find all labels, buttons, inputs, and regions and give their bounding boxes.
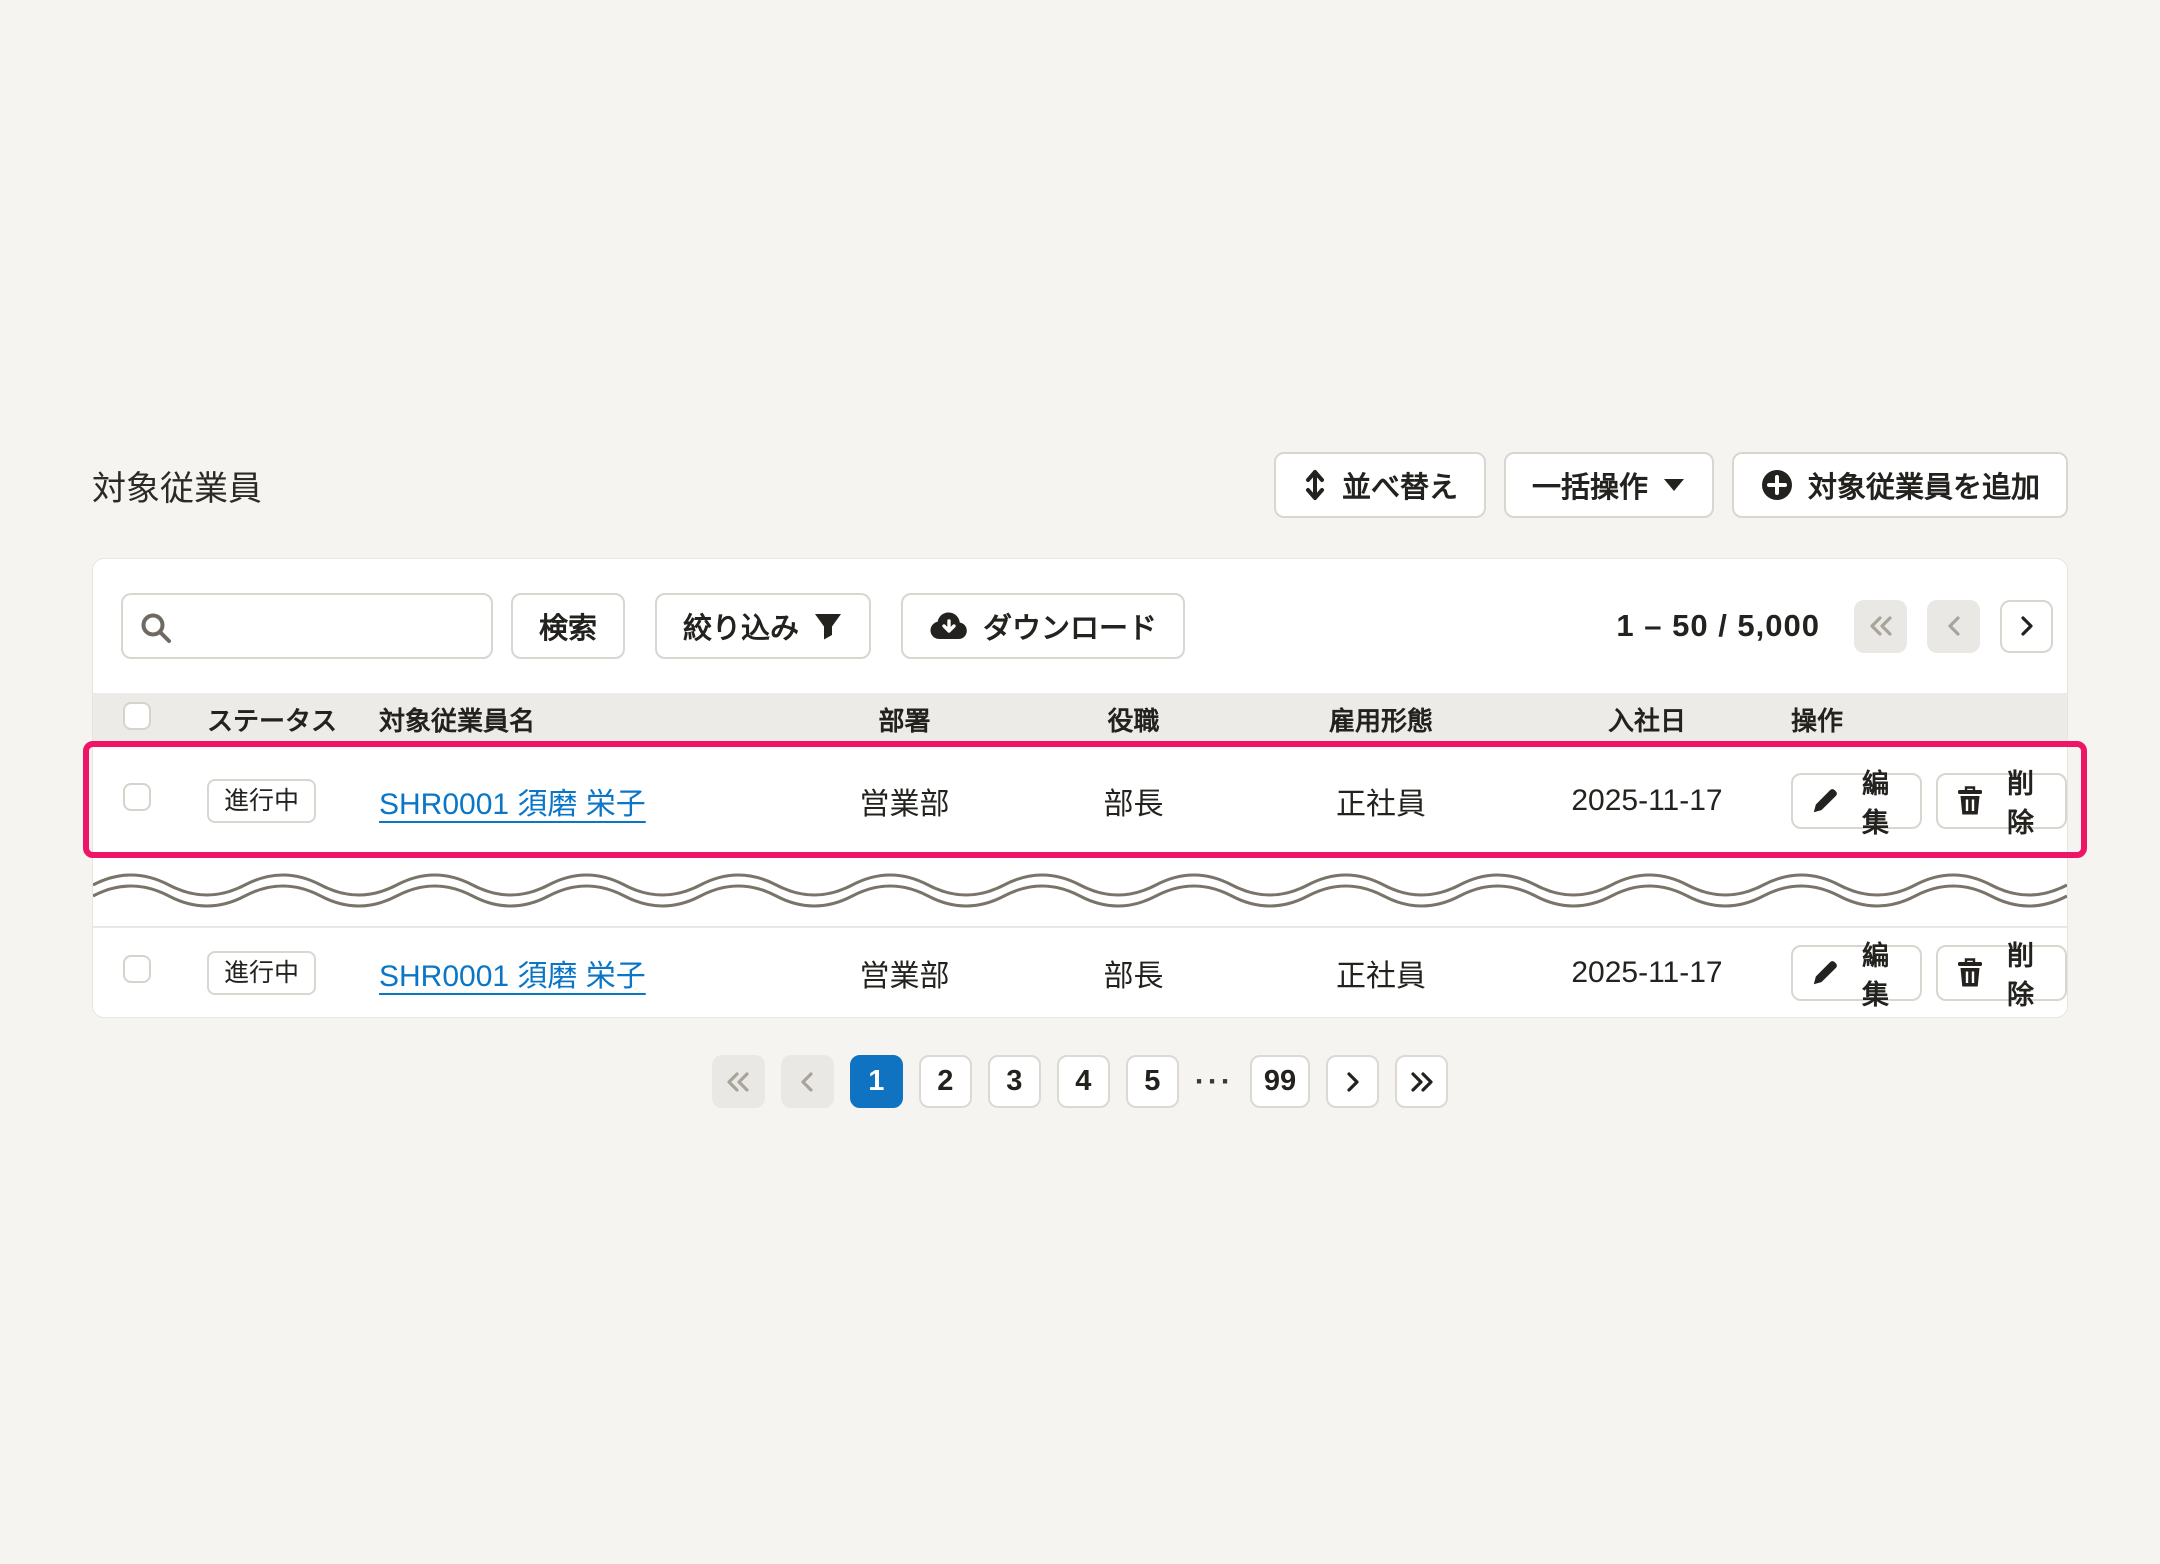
position-cell: 部長 [1103, 959, 1164, 993]
delete-button[interactable]: 削除 [1936, 941, 2067, 1010]
title-row: 対象従業員 並べ替え 一括操作 対象従業員を追加 [92, 452, 2068, 518]
page-button-1[interactable]: 1 [849, 1055, 903, 1108]
page-title: 対象従業員 [92, 469, 262, 508]
search-button-label: 検索 [539, 613, 598, 645]
edit-button[interactable]: 編集 [1791, 941, 1922, 1010]
status-badge: 進行中 [207, 950, 317, 995]
add-employee-button[interactable]: 対象従業員を追加 [1731, 452, 2068, 518]
list-toolbar: 検索 絞り込み ダウンロード 1 – 50 / 5,000 [93, 559, 2067, 693]
pencil-icon [1811, 959, 1839, 987]
first-page-button[interactable] [711, 1055, 765, 1108]
first-page-button[interactable] [1854, 599, 1907, 653]
employee-name-link[interactable]: SHR0001 須磨 栄子 [379, 788, 646, 821]
status-badge: 進行中 [207, 779, 317, 823]
bulk-action-button[interactable]: 一括操作 [1503, 452, 1714, 518]
edit-button-label: 編集 [1862, 940, 1889, 1010]
sort-updown-icon [1302, 467, 1328, 503]
header-actions: 並べ替え 一括操作 対象従業員を追加 [1273, 452, 2068, 518]
column-header-name: 対象従業員名 [379, 705, 536, 736]
page-button-5[interactable]: 5 [1125, 1055, 1179, 1108]
employment-type-cell: 正社員 [1336, 788, 1426, 821]
funnel-icon [813, 611, 843, 641]
result-range-text: 1 – 50 / 5,000 [1616, 608, 1820, 643]
row-checkbox[interactable] [123, 954, 151, 983]
pencil-icon [1811, 787, 1839, 815]
department-cell: 営業部 [859, 788, 950, 821]
filter-button-label: 絞り込み [683, 613, 800, 645]
next-page-button[interactable] [1326, 1055, 1380, 1108]
column-header-department: 部署 [878, 705, 931, 736]
page-button-2[interactable]: 2 [918, 1055, 972, 1108]
edit-button[interactable]: 編集 [1791, 769, 1922, 838]
hire-date-cell: 2025-11-17 [1571, 784, 1723, 817]
download-button-label: ダウンロード [983, 613, 1158, 645]
hire-date-cell: 2025-11-17 [1571, 955, 1723, 989]
filter-button[interactable]: 絞り込み [655, 593, 872, 659]
trash-icon [1956, 786, 1984, 816]
table-row-1: 進行中 SHR0001 須磨 栄子 営業部 部長 正社員 2025-11-17 … [93, 745, 2067, 857]
delete-button[interactable]: 削除 [1936, 769, 2067, 838]
plus-circle-icon [1760, 468, 1794, 502]
page-button-99[interactable]: 99 [1249, 1055, 1311, 1108]
cloud-download-icon [929, 611, 969, 641]
search-box [121, 593, 493, 659]
column-header-hire-date: 入社日 [1607, 705, 1686, 736]
caret-down-icon [1662, 477, 1686, 493]
truncation-wave-separator [93, 857, 2067, 927]
sort-button-label: 並べ替え [1341, 472, 1458, 504]
page-button-3[interactable]: 3 [987, 1055, 1041, 1108]
search-button[interactable]: 検索 [511, 593, 626, 659]
department-cell: 営業部 [859, 959, 950, 993]
employee-name-link[interactable]: SHR0001 須磨 栄子 [379, 960, 646, 993]
search-input[interactable] [181, 595, 481, 657]
table-row-2: 進行中 SHR0001 須磨 栄子 営業部 部長 正社員 2025-11-17 … [93, 927, 2067, 1017]
position-cell: 部長 [1103, 788, 1164, 821]
add-employee-label: 対象従業員を追加 [1807, 472, 2040, 504]
bulk-action-label: 一括操作 [1531, 472, 1648, 504]
table-header-row: ステータス 対象従業員名 部署 役職 雇用形態 入社日 操作 [93, 693, 2067, 745]
trash-icon [1956, 957, 1984, 988]
page-button-4[interactable]: 4 [1056, 1055, 1110, 1108]
next-page-button[interactable] [2000, 599, 2053, 653]
edit-button-label: 編集 [1862, 769, 1889, 838]
prev-page-button[interactable] [1927, 599, 1980, 653]
delete-button-label: 削除 [2007, 940, 2034, 1010]
row-checkbox[interactable] [123, 783, 151, 811]
employee-list-card: 検索 絞り込み ダウンロード 1 – 50 / 5,000 ステータス 対象従業… [92, 558, 2068, 1018]
download-button[interactable]: ダウンロード [901, 593, 1186, 659]
column-header-employment: 雇用形態 [1328, 705, 1433, 736]
employment-type-cell: 正社員 [1336, 959, 1426, 993]
delete-button-label: 削除 [2007, 769, 2034, 838]
sort-button[interactable]: 並べ替え [1273, 452, 1486, 518]
column-header-operations: 操作 [1791, 705, 1844, 736]
bottom-pagination: 1 2 3 4 5 ··· 99 [0, 1055, 2160, 1108]
column-header-position: 役職 [1107, 705, 1160, 736]
column-header-status: ステータス [207, 705, 338, 736]
prev-page-button[interactable] [780, 1055, 834, 1108]
last-page-button[interactable] [1395, 1055, 1449, 1108]
select-all-checkbox[interactable] [123, 701, 151, 730]
pagination-ellipsis: ··· [1194, 1064, 1234, 1098]
